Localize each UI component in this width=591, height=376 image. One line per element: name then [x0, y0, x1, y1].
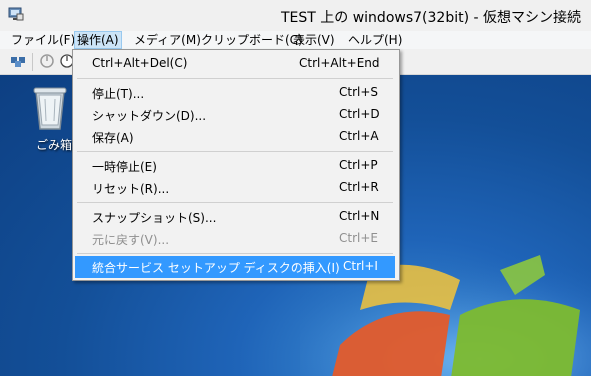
- menuitem-shortcut: Ctrl+D: [339, 107, 380, 121]
- recycle-bin[interactable]: [30, 85, 78, 134]
- menu-action[interactable]: 操作(A): [74, 31, 122, 49]
- menuitem-label: 元に戻す(V)...: [92, 233, 170, 247]
- title-bar: TEST 上の windows7(32bit) - 仮想マシン接続: [0, 0, 591, 31]
- ctrl-alt-del-button[interactable]: [9, 53, 27, 71]
- menuitem-shortcut: Ctrl+P: [339, 158, 378, 172]
- menuitem-ctrl-alt-del[interactable]: Ctrl+Alt+Del(C) Ctrl+Alt+End: [75, 53, 395, 75]
- start-icon: [39, 53, 55, 72]
- menu-file[interactable]: ファイル(F): [8, 31, 78, 49]
- menu-separator: [77, 151, 393, 152]
- menuitem-save[interactable]: 保存(A) Ctrl+A: [75, 126, 395, 148]
- menuitem-insert-integration-disk[interactable]: 統合サービス セットアップ ディスクの挿入(I) Ctrl+I: [75, 256, 395, 278]
- menu-bar: ファイル(F) 操作(A) メディア(M) クリップボード(C) 表示(V) ヘ…: [0, 31, 591, 49]
- window-title: TEST 上の windows7(32bit) - 仮想マシン接続: [280, 10, 581, 26]
- recycle-bin-label: ごみ箱: [36, 138, 73, 152]
- menu-view[interactable]: 表示(V): [290, 31, 338, 49]
- menuitem-shortcut: Ctrl+S: [339, 85, 379, 99]
- menuitem-shortcut: Ctrl+R: [339, 180, 379, 194]
- action-dropdown-menu: Ctrl+Alt+Del(C) Ctrl+Alt+End 停止(T)... Ct…: [72, 49, 400, 281]
- menuitem-label: 一時停止(E): [92, 160, 157, 174]
- ctrl-alt-del-icon: [10, 53, 26, 72]
- menuitem-shortcut: Ctrl+E: [339, 231, 378, 245]
- menu-separator: [77, 202, 393, 203]
- recycle-bin-icon: [30, 87, 70, 134]
- menuitem-label: リセット(R)...: [92, 182, 170, 196]
- menuitem-label: Ctrl+Alt+Del(C): [92, 56, 188, 70]
- menuitem-reset[interactable]: リセット(R)... Ctrl+R: [75, 177, 395, 199]
- menuitem-snapshot[interactable]: スナップショット(S)... Ctrl+N: [75, 206, 395, 228]
- menuitem-shutdown[interactable]: シャットダウン(D)... Ctrl+D: [75, 104, 395, 126]
- menuitem-shortcut: Ctrl+Alt+End: [299, 56, 380, 70]
- menuitem-label: シャットダウン(D)...: [92, 109, 207, 123]
- menuitem-label: スナップショット(S)...: [92, 211, 217, 225]
- menuitem-shortcut: Ctrl+N: [339, 209, 380, 223]
- menu-help[interactable]: ヘルプ(H): [345, 31, 405, 49]
- menu-media[interactable]: メディア(M): [131, 31, 204, 49]
- menu-separator: [77, 253, 393, 254]
- menuitem-shortcut: Ctrl+I: [343, 259, 378, 273]
- menuitem-label: 統合サービス セットアップ ディスクの挿入(I): [92, 261, 340, 275]
- menu-separator: [77, 78, 393, 79]
- menuitem-label: 保存(A): [92, 131, 134, 145]
- menuitem-stop[interactable]: 停止(T)... Ctrl+S: [75, 82, 395, 104]
- menuitem-label: 停止(T)...: [92, 87, 145, 101]
- menuitem-pause[interactable]: 一時停止(E) Ctrl+P: [75, 155, 395, 177]
- menuitem-revert: 元に戻す(V)... Ctrl+E: [75, 228, 395, 250]
- start-button[interactable]: [38, 53, 56, 71]
- menuitem-shortcut: Ctrl+A: [339, 129, 379, 143]
- toolbar-separator: [32, 53, 33, 71]
